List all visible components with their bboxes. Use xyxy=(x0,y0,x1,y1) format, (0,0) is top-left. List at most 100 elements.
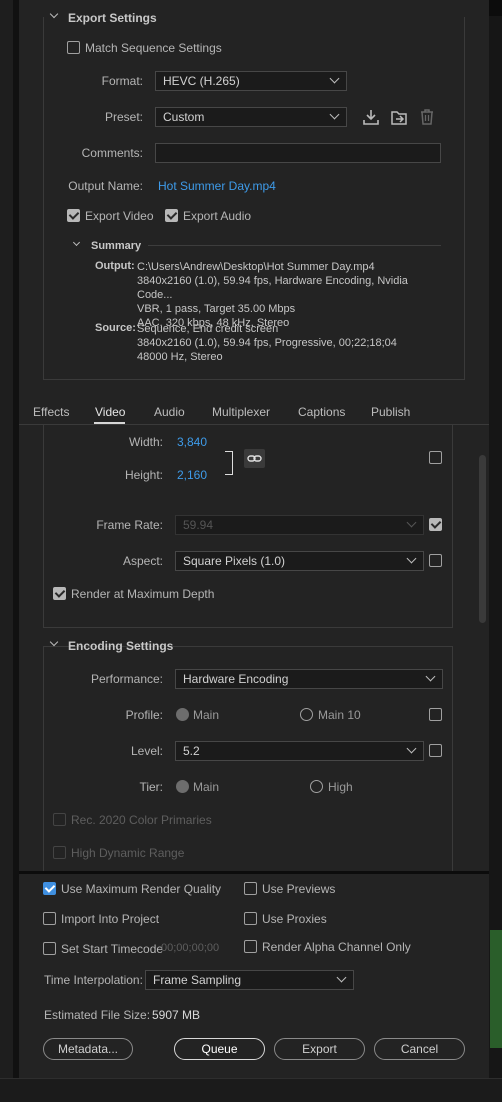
hdr-checkbox[interactable] xyxy=(53,846,66,859)
level-override-checkbox[interactable] xyxy=(429,744,442,757)
tab-captions[interactable]: Captions xyxy=(298,405,345,419)
export-audio-checkbox[interactable] xyxy=(165,209,178,222)
summary-output-line: C:\Users\Andrew\Desktop\Hot Summer Day.m… xyxy=(137,261,375,273)
link-bracket xyxy=(225,451,233,475)
summary-output-line: 3840x2160 (1.0), 59.94 fps, Hardware Enc… xyxy=(137,275,408,301)
level-value: 5.2 xyxy=(183,744,200,758)
tab-publish[interactable]: Publish xyxy=(371,405,410,419)
chevron-down-icon xyxy=(329,109,340,120)
import-into-project-label: Import Into Project xyxy=(61,912,160,926)
use-previews-checkbox[interactable] xyxy=(244,882,257,895)
scrollbar-thumb[interactable] xyxy=(479,455,486,623)
delete-preset-icon[interactable] xyxy=(418,108,436,126)
aspect-value: Square Pixels (1.0) xyxy=(183,554,286,568)
profile-main-radio[interactable] xyxy=(176,708,189,721)
rec2020-checkbox[interactable] xyxy=(53,813,66,826)
export-audio-label: Export Audio xyxy=(183,209,252,223)
max-render-quality-label: Use Maximum Render Quality xyxy=(61,882,222,896)
use-proxies-checkbox[interactable] xyxy=(244,912,257,925)
metadata-button[interactable]: Metadata... xyxy=(43,1038,133,1060)
output-name-link[interactable]: Hot Summer Day.mp4 xyxy=(158,179,276,193)
match-sequence-label: Match Sequence Settings xyxy=(85,41,222,55)
profile-label: Profile: xyxy=(125,708,163,722)
width-label: Width: xyxy=(128,435,163,449)
summary-source-text: Sequence, End credit screen 3840x2160 (1… xyxy=(137,322,442,364)
summary-output-label: Output: xyxy=(95,260,135,272)
chevron-down-icon xyxy=(406,553,417,564)
format-dropdown[interactable]: HEVC (H.265) xyxy=(155,71,347,91)
output-name-label: Output Name: xyxy=(68,179,143,193)
set-start-timecode-checkbox[interactable] xyxy=(43,942,56,955)
left-edge-panel xyxy=(0,0,13,1102)
aspect-override-checkbox[interactable] xyxy=(429,554,442,567)
width-value[interactable]: 3,840 xyxy=(177,435,207,449)
profile-main10-radio[interactable] xyxy=(300,708,313,721)
import-into-project-checkbox[interactable] xyxy=(43,912,56,925)
chevron-down-icon xyxy=(406,743,417,754)
frame-rate-label: Frame Rate: xyxy=(96,518,163,532)
import-preset-icon[interactable] xyxy=(390,108,408,126)
summary-divider xyxy=(148,245,441,246)
right-edge-top xyxy=(489,0,502,16)
height-value[interactable]: 2,160 xyxy=(177,468,207,482)
tab-video[interactable]: Video xyxy=(95,405,125,419)
aspect-dropdown[interactable]: Square Pixels (1.0) xyxy=(175,551,424,571)
max-render-quality-checkbox[interactable] xyxy=(43,882,56,895)
comments-input[interactable] xyxy=(155,143,441,163)
export-button[interactable]: Export xyxy=(274,1038,365,1060)
tier-high-label: High xyxy=(328,780,353,794)
render-max-depth-checkbox[interactable] xyxy=(53,587,66,600)
tier-high-radio[interactable] xyxy=(310,780,323,793)
timeline-track-green xyxy=(490,930,502,1048)
chain-link-icon xyxy=(247,455,262,462)
tab-multiplexer[interactable]: Multiplexer xyxy=(212,405,270,419)
height-label: Height: xyxy=(124,468,163,482)
profile-main10-label: Main 10 xyxy=(318,708,361,722)
tab-audio[interactable]: Audio xyxy=(154,405,185,419)
preset-dropdown[interactable]: Custom xyxy=(155,107,347,127)
start-timecode-value[interactable]: 00;00;00;00 xyxy=(161,942,219,954)
frame-rate-override-checkbox[interactable] xyxy=(429,518,442,531)
render-max-depth-label: Render at Maximum Depth xyxy=(71,587,215,601)
hdr-label: High Dynamic Range xyxy=(71,846,185,860)
use-previews-label: Use Previews xyxy=(262,882,336,896)
link-dimensions-button[interactable] xyxy=(244,449,265,468)
profile-main-label: Main xyxy=(193,708,220,722)
tab-effects[interactable]: Effects xyxy=(33,405,69,419)
format-value: HEVC (H.265) xyxy=(163,74,240,88)
profile-override-checkbox[interactable] xyxy=(429,708,442,721)
tier-main-label: Main xyxy=(193,780,220,794)
time-interpolation-value: Frame Sampling xyxy=(153,973,242,987)
tab-video-underline xyxy=(94,422,125,424)
match-sequence-checkbox[interactable] xyxy=(67,41,80,54)
summary-source-line: 3840x2160 (1.0), 59.94 fps, Progressive,… xyxy=(137,337,397,349)
summary-source-label: Source: xyxy=(95,322,136,334)
frame-rate-value: 59.94 xyxy=(183,518,214,532)
format-label: Format: xyxy=(101,74,143,88)
preset-value: Custom xyxy=(163,110,205,124)
render-alpha-checkbox[interactable] xyxy=(244,940,257,953)
time-interpolation-label: Time Interpolation: xyxy=(44,973,143,987)
queue-button[interactable]: Queue xyxy=(174,1038,265,1060)
estimated-size-label: Estimated File Size: xyxy=(44,1008,151,1022)
time-interpolation-dropdown[interactable]: Frame Sampling xyxy=(145,970,354,990)
preset-label: Preset: xyxy=(104,110,143,124)
encoding-settings-title: Encoding Settings xyxy=(68,639,174,653)
tier-main-radio[interactable] xyxy=(176,780,189,793)
chevron-down-icon xyxy=(406,517,417,528)
frame-rate-dropdown[interactable]: 59.94 xyxy=(175,515,424,535)
summary-output-line: VBR, 1 pass, Target 35.00 Mbps xyxy=(137,303,296,315)
performance-dropdown[interactable]: Hardware Encoding xyxy=(175,669,443,689)
use-proxies-label: Use Proxies xyxy=(262,912,327,926)
estimated-size-value: 5907 MB xyxy=(152,1008,201,1022)
cancel-button[interactable]: Cancel xyxy=(374,1038,465,1060)
tier-label: Tier: xyxy=(139,780,163,794)
summary-source-line: 48000 Hz, Stereo xyxy=(137,351,223,363)
save-preset-icon[interactable] xyxy=(362,108,380,126)
export-video-checkbox[interactable] xyxy=(67,209,80,222)
level-dropdown[interactable]: 5.2 xyxy=(175,741,424,761)
bottom-strip xyxy=(0,1078,502,1102)
summary-source-line: Sequence, End credit screen xyxy=(137,323,279,335)
dimensions-override-checkbox[interactable] xyxy=(429,451,442,464)
level-label: Level: xyxy=(130,744,163,758)
